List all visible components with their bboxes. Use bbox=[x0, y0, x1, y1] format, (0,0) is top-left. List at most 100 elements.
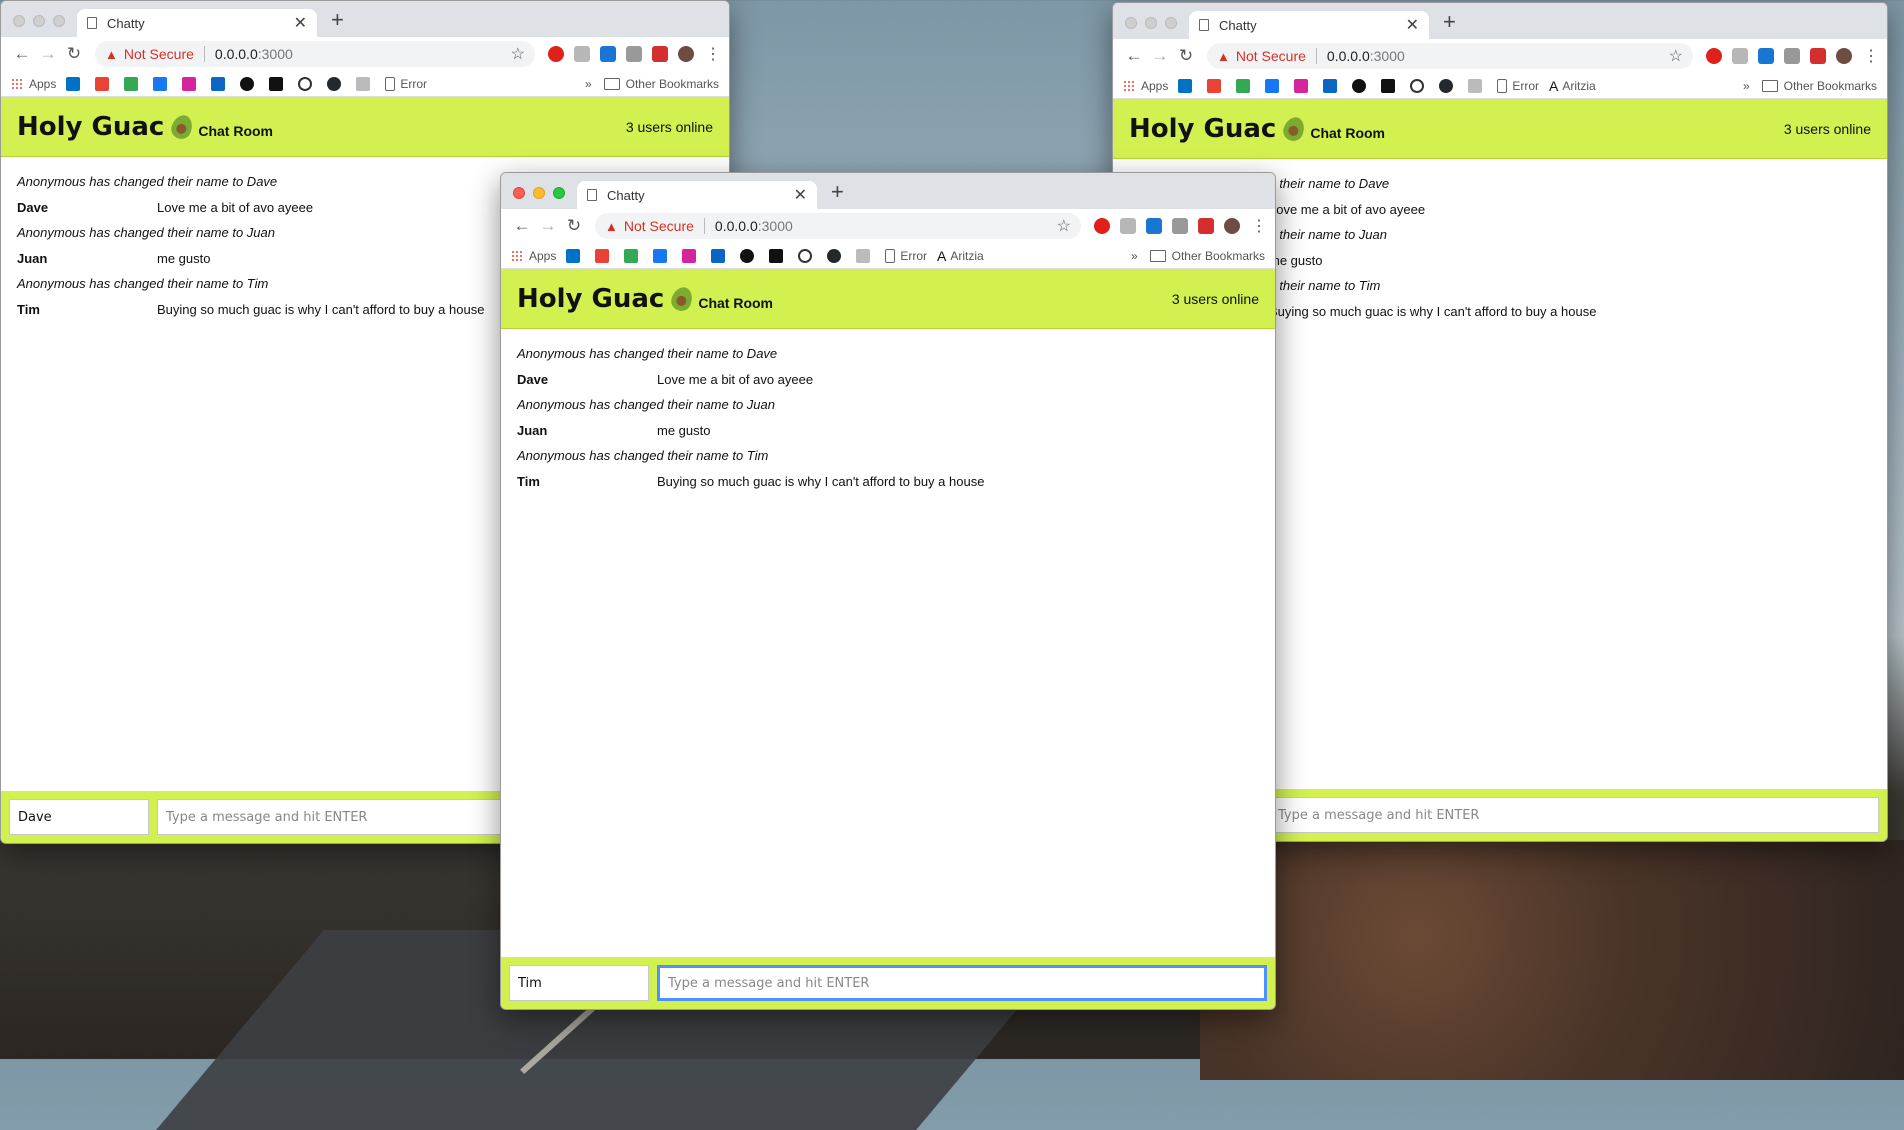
bookmark-target[interactable] bbox=[798, 248, 817, 263]
translate-extension-icon[interactable] bbox=[1732, 48, 1748, 64]
bookmark-facebook[interactable] bbox=[653, 248, 672, 263]
grey-extension-icon[interactable] bbox=[626, 46, 642, 62]
bookmark-star-icon[interactable]: ☆ bbox=[1057, 216, 1071, 236]
maximize-window-button[interactable] bbox=[553, 187, 565, 199]
browser-tab[interactable]: Chatty ✕ bbox=[1189, 11, 1429, 39]
address-bar[interactable]: ▲ Not Secure 0.0.0.0:3000 ☆ bbox=[95, 41, 535, 67]
grey-extension-icon[interactable] bbox=[1784, 48, 1800, 64]
close-window-button[interactable] bbox=[513, 187, 525, 199]
bookmark-linkedin[interactable] bbox=[211, 76, 230, 91]
bookmark-instagram[interactable] bbox=[682, 248, 701, 263]
bookmark-plus[interactable] bbox=[1468, 78, 1487, 93]
bookmark-gmail[interactable] bbox=[1207, 78, 1226, 93]
reload-button[interactable]: ↻ bbox=[1173, 46, 1199, 66]
back-button[interactable]: ← bbox=[1121, 46, 1147, 66]
bookmark-maps[interactable] bbox=[124, 76, 143, 91]
message-input[interactable] bbox=[1269, 797, 1879, 833]
grey-extension-icon[interactable] bbox=[1172, 218, 1188, 234]
bookmark-circle[interactable] bbox=[1352, 78, 1371, 93]
forward-button[interactable]: → bbox=[1147, 46, 1173, 66]
bookmark-aritzia[interactable]: A Aritzia bbox=[937, 248, 984, 264]
bookmark-github[interactable] bbox=[1439, 78, 1458, 93]
browser-tab[interactable]: Chatty ✕ bbox=[77, 9, 317, 37]
bookmark-target[interactable] bbox=[298, 76, 317, 91]
bookmark-imdb[interactable] bbox=[269, 76, 288, 91]
red-extension-icon[interactable] bbox=[652, 46, 668, 62]
back-button[interactable]: ← bbox=[509, 216, 535, 236]
other-bookmarks[interactable]: Other Bookmarks bbox=[1784, 79, 1877, 93]
bookmark-imdb[interactable] bbox=[1381, 78, 1400, 93]
red-extension-icon[interactable] bbox=[1810, 48, 1826, 64]
bookmark-instagram[interactable] bbox=[1294, 78, 1313, 93]
bookmark-facebook[interactable] bbox=[153, 76, 172, 91]
address-bar[interactable]: ▲ Not Secure 0.0.0.0:3000 ☆ bbox=[595, 213, 1081, 239]
browser-window-center[interactable]: Chatty ✕ + ← → ↻ ▲ Not Secure 0.0.0.0:30… bbox=[500, 172, 1276, 1010]
blue-extension-icon[interactable] bbox=[1146, 218, 1162, 234]
reload-button[interactable]: ↻ bbox=[561, 216, 587, 236]
bookmark-maps[interactable] bbox=[624, 248, 643, 263]
username-input[interactable] bbox=[509, 965, 649, 1001]
new-tab-button[interactable]: + bbox=[831, 179, 844, 205]
minimize-window-button[interactable] bbox=[33, 15, 45, 27]
bookmark-error[interactable]: Error bbox=[1497, 78, 1539, 93]
kebab-menu-icon[interactable]: ⋮ bbox=[1251, 216, 1267, 236]
bookmark-instagram[interactable] bbox=[182, 76, 201, 91]
minimize-window-button[interactable] bbox=[533, 187, 545, 199]
browser-tab[interactable]: Chatty ✕ bbox=[577, 181, 817, 209]
blue-extension-icon[interactable] bbox=[1758, 48, 1774, 64]
other-bookmarks[interactable]: Other Bookmarks bbox=[1172, 249, 1265, 263]
opera-extension-icon[interactable] bbox=[548, 46, 564, 62]
kebab-menu-icon[interactable]: ⋮ bbox=[705, 44, 721, 64]
message-input[interactable] bbox=[657, 965, 1267, 1001]
bookmark-linkedin[interactable] bbox=[1323, 78, 1342, 93]
bookmark-apps[interactable]: Apps bbox=[511, 249, 556, 263]
bookmark-github[interactable] bbox=[827, 248, 846, 263]
bookmark-outlook[interactable] bbox=[1178, 78, 1197, 93]
translate-extension-icon[interactable] bbox=[1120, 218, 1136, 234]
new-tab-button[interactable]: + bbox=[331, 7, 344, 33]
bookmark-linkedin[interactable] bbox=[711, 248, 730, 263]
bookmark-error[interactable]: Error bbox=[885, 248, 927, 263]
other-bookmarks[interactable]: Other Bookmarks bbox=[626, 77, 719, 91]
bookmark-circle[interactable] bbox=[740, 248, 759, 263]
close-window-button[interactable] bbox=[13, 15, 25, 27]
close-window-button[interactable] bbox=[1125, 17, 1137, 29]
bookmark-star-icon[interactable]: ☆ bbox=[511, 44, 525, 64]
bookmark-gmail[interactable] bbox=[595, 248, 614, 263]
profile-avatar[interactable] bbox=[678, 46, 694, 62]
bookmark-circle[interactable] bbox=[240, 76, 259, 91]
kebab-menu-icon[interactable]: ⋮ bbox=[1863, 46, 1879, 66]
bookmark-github[interactable] bbox=[327, 76, 346, 91]
bookmarks-overflow-button[interactable]: » bbox=[585, 77, 592, 91]
close-tab-icon[interactable]: ✕ bbox=[294, 13, 307, 33]
bookmark-error[interactable]: Error bbox=[385, 76, 427, 91]
bookmark-gmail[interactable] bbox=[95, 76, 114, 91]
bookmark-plus[interactable] bbox=[356, 76, 375, 91]
address-bar[interactable]: ▲ Not Secure 0.0.0.0:3000 ☆ bbox=[1207, 43, 1693, 69]
bookmark-maps[interactable] bbox=[1236, 78, 1255, 93]
bookmark-star-icon[interactable]: ☆ bbox=[1669, 46, 1683, 66]
opera-extension-icon[interactable] bbox=[1706, 48, 1722, 64]
red-extension-icon[interactable] bbox=[1198, 218, 1214, 234]
forward-button[interactable]: → bbox=[35, 44, 61, 64]
reload-button[interactable]: ↻ bbox=[61, 44, 87, 64]
back-button[interactable]: ← bbox=[9, 44, 35, 64]
username-input[interactable] bbox=[9, 799, 149, 835]
bookmark-imdb[interactable] bbox=[769, 248, 788, 263]
forward-button[interactable]: → bbox=[535, 216, 561, 236]
bookmarks-overflow-button[interactable]: » bbox=[1743, 79, 1750, 93]
close-tab-icon[interactable]: ✕ bbox=[1406, 15, 1419, 35]
profile-avatar[interactable] bbox=[1224, 218, 1240, 234]
bookmarks-overflow-button[interactable]: » bbox=[1131, 249, 1138, 263]
bookmark-target[interactable] bbox=[1410, 78, 1429, 93]
blue-extension-icon[interactable] bbox=[600, 46, 616, 62]
bookmark-facebook[interactable] bbox=[1265, 78, 1284, 93]
bookmark-plus[interactable] bbox=[856, 248, 875, 263]
bookmark-aritzia[interactable]: A Aritzia bbox=[1549, 78, 1596, 94]
maximize-window-button[interactable] bbox=[1165, 17, 1177, 29]
bookmark-outlook[interactable] bbox=[566, 248, 585, 263]
maximize-window-button[interactable] bbox=[53, 15, 65, 27]
bookmark-outlook[interactable] bbox=[66, 76, 85, 91]
opera-extension-icon[interactable] bbox=[1094, 218, 1110, 234]
minimize-window-button[interactable] bbox=[1145, 17, 1157, 29]
